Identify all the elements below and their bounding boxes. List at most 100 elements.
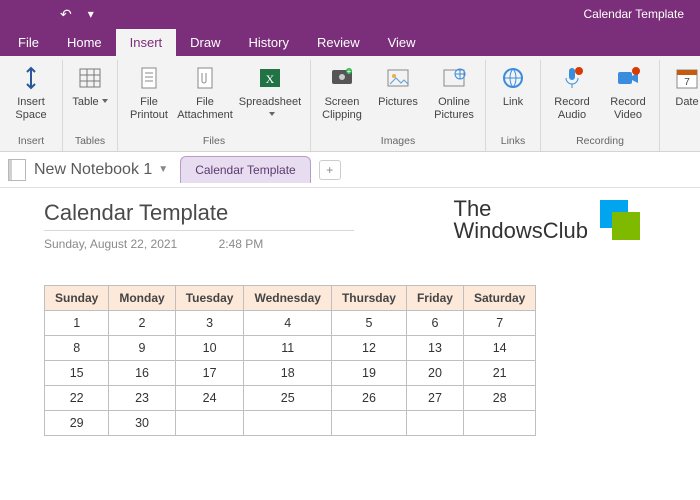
tab-insert[interactable]: Insert (116, 29, 177, 56)
cal-cell[interactable]: 2 (109, 311, 175, 336)
cal-cell[interactable]: 28 (463, 386, 535, 411)
cal-cell[interactable] (406, 411, 463, 436)
cal-cell[interactable]: 1 (45, 311, 109, 336)
cal-cell[interactable]: 5 (331, 311, 406, 336)
date-icon: 7 (673, 62, 700, 94)
screen-clipping-button[interactable]: + ScreenClipping (317, 60, 367, 121)
ribbon-tabs: File Home Insert Draw History Review Vie… (0, 28, 700, 56)
cal-cell[interactable]: 12 (331, 336, 406, 361)
group-label (666, 145, 700, 149)
table-label: Table (72, 96, 107, 109)
tab-view[interactable]: View (374, 29, 430, 56)
brand-logo-icon (600, 200, 640, 240)
cal-header: Saturday (463, 286, 535, 311)
cal-cell[interactable] (463, 411, 535, 436)
page-tab-calendar-template[interactable]: Calendar Template (180, 156, 311, 183)
ribbon-group-insert: InsertSpace Insert (0, 60, 63, 151)
table-icon (76, 62, 104, 94)
tab-history[interactable]: History (235, 29, 303, 56)
insert-space-button[interactable]: InsertSpace (6, 60, 56, 121)
page-canvas: Calendar Template Sunday, August 22, 202… (0, 188, 700, 448)
title-rule (44, 230, 354, 231)
qat-customize-icon[interactable]: ▾ (88, 7, 94, 21)
ribbon-group-tables: Table Tables (63, 60, 118, 151)
link-icon (499, 62, 527, 94)
file-attach-icon (191, 62, 219, 94)
cal-cell[interactable]: 17 (175, 361, 244, 386)
cal-header: Wednesday (244, 286, 331, 311)
date-button[interactable]: 7Date (666, 60, 700, 109)
cal-cell[interactable]: 21 (463, 361, 535, 386)
file-printout-label: FilePrintout (130, 96, 168, 121)
cal-cell[interactable]: 20 (406, 361, 463, 386)
group-label: Tables (69, 133, 111, 149)
notebook-name[interactable]: New Notebook 1 (34, 161, 152, 179)
cal-cell[interactable]: 30 (109, 411, 175, 436)
pictures-button[interactable]: Pictures (373, 60, 423, 109)
cal-cell[interactable]: 19 (331, 361, 406, 386)
cal-cell[interactable]: 23 (109, 386, 175, 411)
ribbon-group-images: +ScreenClippingPicturesOnlinePicturesIma… (311, 60, 486, 151)
brand-text: The WindowsClub (454, 198, 589, 242)
insert-space-label: InsertSpace (15, 96, 46, 121)
cal-cell[interactable] (244, 411, 331, 436)
screen-clipping-label: ScreenClipping (322, 96, 362, 121)
notebook-dropdown-icon[interactable]: ▼ (158, 164, 168, 175)
window-title: Calendar Template (583, 7, 692, 21)
cal-cell[interactable]: 3 (175, 311, 244, 336)
cal-cell[interactable]: 11 (244, 336, 331, 361)
cal-cell[interactable]: 13 (406, 336, 463, 361)
add-page-button[interactable]: + (319, 160, 341, 180)
record-audio-label: RecordAudio (554, 96, 589, 121)
cal-cell[interactable]: 14 (463, 336, 535, 361)
table-button[interactable]: Table (69, 60, 111, 109)
spreadsheet-label: Spreadsheet (236, 96, 304, 121)
group-label: Links (492, 133, 534, 149)
cal-cell[interactable]: 6 (406, 311, 463, 336)
file-attach-button[interactable]: FileAttachment (180, 60, 230, 121)
link-button[interactable]: Link (492, 60, 534, 109)
cal-cell[interactable]: 29 (45, 411, 109, 436)
title-bar: ↶ ▾ Calendar Template (0, 0, 700, 28)
svg-text:X: X (266, 72, 275, 86)
tab-file[interactable]: File (4, 29, 53, 56)
record-audio-button[interactable]: RecordAudio (547, 60, 597, 121)
watermark-brand: The WindowsClub (454, 198, 641, 242)
cal-cell[interactable]: 26 (331, 386, 406, 411)
group-label: Insert (6, 133, 56, 149)
cal-header: Tuesday (175, 286, 244, 311)
cal-cell[interactable]: 15 (45, 361, 109, 386)
cal-cell[interactable]: 7 (463, 311, 535, 336)
table-row: 891011121314 (45, 336, 536, 361)
cal-cell[interactable]: 25 (244, 386, 331, 411)
svg-text:+: + (347, 67, 352, 76)
cal-cell[interactable] (331, 411, 406, 436)
cal-header: Thursday (331, 286, 406, 311)
cal-cell[interactable]: 16 (109, 361, 175, 386)
tab-home[interactable]: Home (53, 29, 116, 56)
record-video-icon (614, 62, 642, 94)
record-video-button[interactable]: RecordVideo (603, 60, 653, 121)
tab-review[interactable]: Review (303, 29, 374, 56)
brand-line2: WindowsClub (454, 218, 589, 243)
cal-cell[interactable] (175, 411, 244, 436)
online-pictures-label: OnlinePictures (434, 96, 474, 121)
table-row: 1234567 (45, 311, 536, 336)
cal-cell[interactable]: 27 (406, 386, 463, 411)
cal-cell[interactable]: 9 (109, 336, 175, 361)
cal-cell[interactable]: 18 (244, 361, 331, 386)
cal-cell[interactable]: 4 (244, 311, 331, 336)
cal-cell[interactable]: 24 (175, 386, 244, 411)
online-pictures-button[interactable]: OnlinePictures (429, 60, 479, 121)
file-printout-icon (135, 62, 163, 94)
tab-draw[interactable]: Draw (176, 29, 234, 56)
notebook-icon[interactable] (8, 159, 26, 181)
cal-cell[interactable]: 10 (175, 336, 244, 361)
cal-cell[interactable]: 22 (45, 386, 109, 411)
calendar-table[interactable]: SundayMondayTuesdayWednesdayThursdayFrid… (44, 285, 536, 436)
ribbon-group-links: Link Links (486, 60, 541, 151)
cal-cell[interactable]: 8 (45, 336, 109, 361)
file-printout-button[interactable]: FilePrintout (124, 60, 174, 121)
undo-icon[interactable]: ↶ (60, 6, 72, 23)
spreadsheet-button[interactable]: X Spreadsheet (236, 60, 304, 121)
